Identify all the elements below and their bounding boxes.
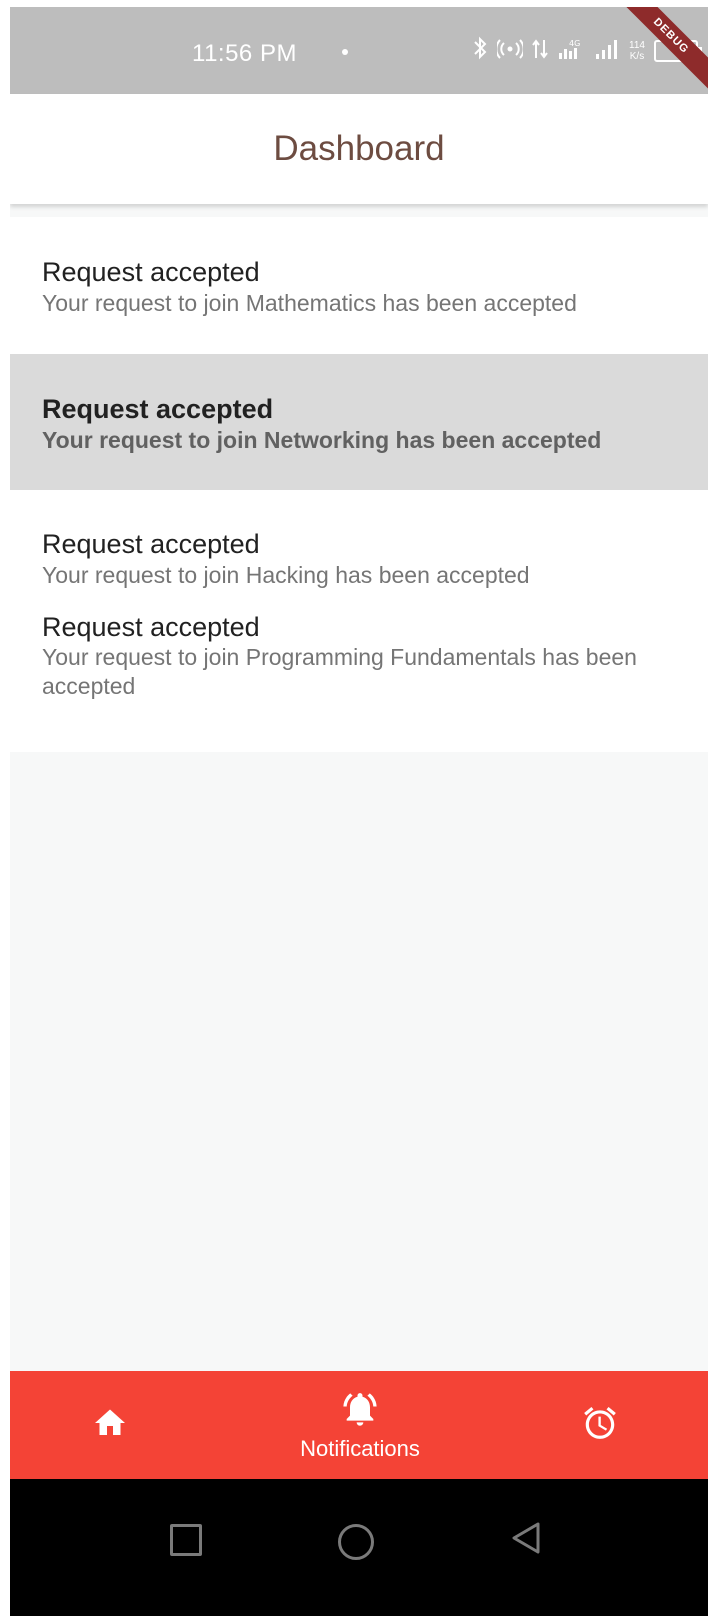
dot-icon (342, 49, 348, 55)
notifications-list: Request accepted Your request to join Ma… (10, 217, 708, 752)
list-item[interactable]: Request accepted Your request to join Ha… (10, 490, 708, 602)
signal-4g-icon: 4G (557, 37, 585, 66)
notification-title: Request accepted (42, 394, 274, 424)
notification-message: Your request to join Programming Fundame… (42, 644, 637, 699)
app-screen: 11:56 PM 4G 114 K/s DEBUG Dashboard Requ… (10, 7, 708, 1616)
svg-text:4G: 4G (569, 39, 580, 48)
alarm-icon (581, 1404, 619, 1447)
status-time: 11:56 PM (192, 40, 297, 67)
net-speed-icon: 114 K/s (629, 40, 645, 62)
page-title: Dashboard (273, 129, 445, 168)
recents-square-icon[interactable] (170, 1524, 202, 1556)
notification-title: Request accepted (42, 612, 260, 642)
nav-alarm-button[interactable] (560, 1371, 640, 1479)
nav-notifications-label: Notifications (300, 1435, 420, 1461)
notification-message: Your request to join Networking has been… (42, 427, 602, 453)
back-triangle-icon[interactable] (510, 1521, 542, 1560)
hotspot-icon (495, 38, 525, 65)
bluetooth-icon (472, 36, 488, 66)
nav-home-button[interactable] (70, 1371, 150, 1479)
home-circle-icon[interactable] (338, 1524, 374, 1560)
list-item[interactable]: Request accepted Your request to join Ma… (10, 217, 708, 354)
list-item[interactable]: Request accepted Your request to join Ne… (10, 354, 708, 490)
notification-message: Your request to join Mathematics has bee… (42, 290, 577, 316)
net-speed-unit: K/s (629, 51, 645, 62)
app-bar: Dashboard (10, 94, 708, 204)
status-bar: 11:56 PM 4G 114 K/s DEBUG (10, 7, 708, 97)
data-arrows-icon (532, 38, 548, 65)
bottom-navigation: Notifications (10, 1371, 708, 1479)
home-icon (92, 1405, 128, 1446)
net-speed-value: 114 (629, 40, 645, 51)
notification-message: Your request to join Hacking has been ac… (42, 562, 530, 588)
notification-title: Request accepted (42, 257, 260, 287)
notifications-active-icon (340, 1389, 380, 1434)
nav-notifications-button[interactable]: Notifications (270, 1371, 450, 1479)
list-item[interactable]: Request accepted Your request to join Pr… (10, 602, 708, 752)
system-navigation-bar (10, 1479, 708, 1616)
notification-title: Request accepted (42, 529, 260, 559)
signal-icon (594, 38, 620, 65)
